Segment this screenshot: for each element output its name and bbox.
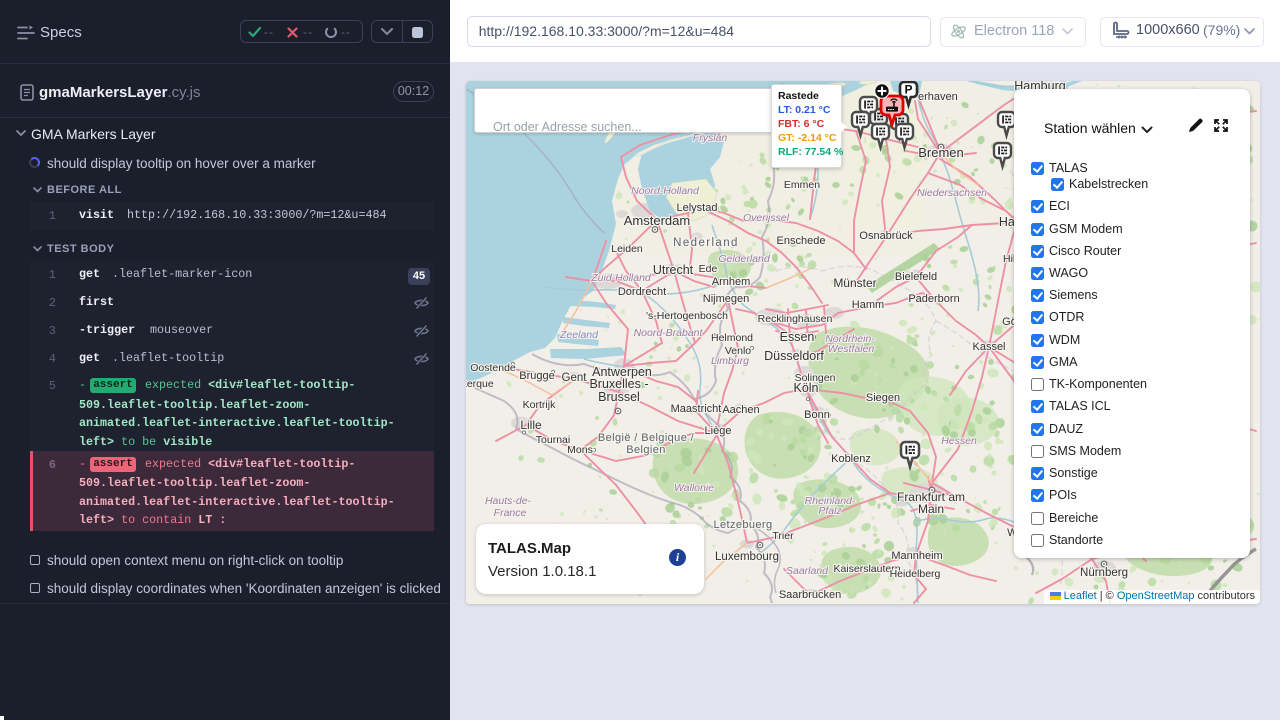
svg-text:Letzebuerg: Letzebuerg [713, 519, 772, 531]
svg-text:België / Belgique /: België / Belgique / [598, 432, 695, 444]
svg-text:Fryslân: Fryslân [693, 132, 728, 144]
svg-text:Pfalz: Pfalz [818, 505, 842, 517]
svg-text:Essen: Essen [780, 330, 815, 344]
svg-text:Brugge: Brugge [519, 370, 554, 382]
svg-text:Bielefeld: Bielefeld [895, 271, 937, 283]
svg-text:Paderborn: Paderborn [908, 293, 959, 305]
svg-text:Dordrecht: Dordrecht [618, 286, 666, 298]
svg-text:Gent: Gent [562, 372, 588, 384]
svg-text:Main: Main [918, 502, 944, 516]
svg-text:Liège: Liège [705, 425, 732, 437]
svg-text:Lelystad: Lelystad [677, 202, 718, 214]
svg-text:Saarbrücken: Saarbrücken [779, 589, 841, 601]
svg-text:Osnabrück: Osnabrück [859, 230, 913, 242]
svg-text:Utrecht: Utrecht [653, 263, 694, 277]
svg-text:Köln: Köln [793, 381, 818, 395]
svg-text:Limburg: Limburg [711, 355, 749, 367]
svg-text:Nederland: Nederland [673, 237, 739, 249]
svg-text:Heidelberg: Heidelberg [890, 568, 941, 580]
svg-text:Overijssel: Overijssel [743, 212, 790, 224]
svg-text:Kortrijk: Kortrijk [523, 399, 556, 411]
svg-text:Emmen: Emmen [784, 179, 820, 191]
svg-text:Luxembourg: Luxembourg [715, 551, 779, 563]
svg-text:Wallonie: Wallonie [674, 482, 714, 494]
svg-text:Tournai: Tournai [536, 434, 570, 446]
svg-text:Aachen: Aachen [722, 404, 759, 416]
svg-text:Mons: Mons [567, 444, 593, 456]
svg-text:Brussel: Brussel [598, 390, 640, 404]
svg-text:Bruxelles -: Bruxelles - [589, 377, 648, 391]
svg-text:Belgien: Belgien [626, 444, 666, 456]
svg-text:Siegen: Siegen [866, 392, 900, 404]
svg-text:Dunkerque: Dunkerque [466, 378, 494, 390]
svg-text:Koblenz: Koblenz [831, 453, 871, 465]
svg-text:Hamm: Hamm [852, 299, 884, 311]
svg-text:Nürnberg: Nürnberg [1080, 567, 1128, 579]
svg-text:Zeeland: Zeeland [559, 329, 599, 341]
svg-text:Trier: Trier [772, 530, 794, 542]
svg-text:Lille: Lille [520, 418, 542, 432]
svg-text:Westfalen: Westfalen [828, 343, 875, 355]
svg-text:Maastricht: Maastricht [671, 403, 722, 415]
svg-text:'s-Hertogenbosch: 's-Hertogenbosch [646, 310, 728, 322]
svg-text:Enschede: Enschede [777, 235, 826, 247]
svg-text:Gelderland: Gelderland [718, 253, 771, 265]
svg-text:Zuid-Holland: Zuid-Holland [590, 272, 652, 284]
svg-text:Münster: Münster [833, 276, 876, 290]
svg-text:Leiden: Leiden [611, 243, 643, 255]
svg-text:Niedersachsen: Niedersachsen [917, 187, 987, 199]
svg-text:France: France [494, 507, 527, 519]
svg-text:Kassel: Kassel [972, 341, 1005, 353]
svg-text:Hauts-de-: Hauts-de- [485, 495, 532, 507]
svg-text:erhaven: erhaven [918, 91, 958, 103]
svg-text:Noord-Holland: Noord-Holland [631, 185, 700, 197]
svg-text:Ede: Ede [699, 263, 718, 275]
svg-text:Amsterdam: Amsterdam [624, 213, 690, 228]
svg-text:Bonn: Bonn [804, 409, 830, 421]
svg-text:Noord-Brabant: Noord-Brabant [634, 327, 704, 339]
svg-text:Mannheim: Mannheim [891, 550, 942, 562]
svg-text:Arnhem: Arnhem [712, 276, 751, 288]
svg-text:Hessen: Hessen [941, 435, 977, 447]
svg-text:Bremen: Bremen [918, 145, 964, 160]
svg-text:Helmond: Helmond [711, 332, 753, 344]
svg-text:Recklinghausen: Recklinghausen [758, 313, 833, 325]
svg-text:Nijmegen: Nijmegen [703, 293, 749, 305]
svg-text:Düsseldorf: Düsseldorf [764, 349, 824, 363]
svg-text:Oostende: Oostende [470, 362, 516, 374]
svg-text:Saarland: Saarland [786, 565, 829, 577]
